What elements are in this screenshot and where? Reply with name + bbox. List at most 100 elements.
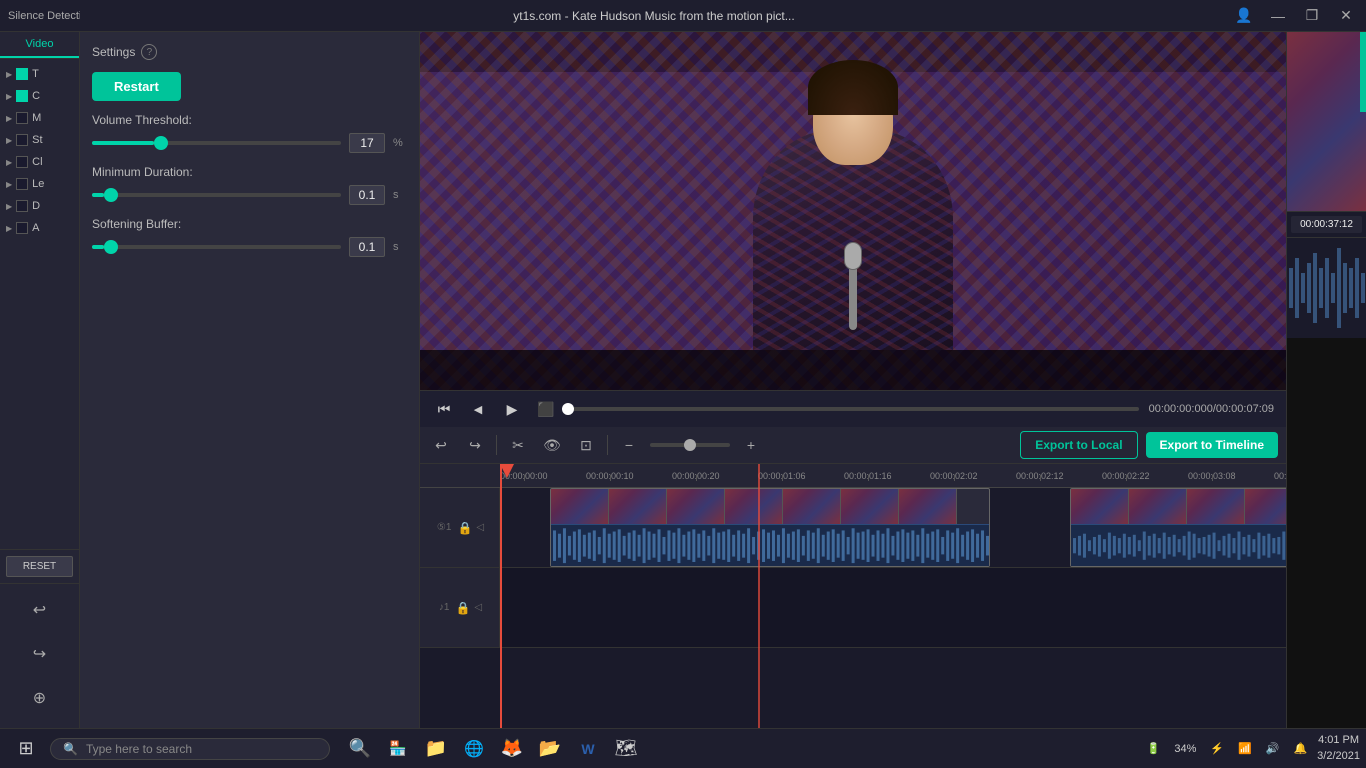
min-duration-input[interactable] xyxy=(349,185,385,205)
help-icon[interactable]: ? xyxy=(141,44,157,60)
video-figure xyxy=(723,70,983,350)
sidebar-item-3[interactable]: ▶ St xyxy=(0,129,79,151)
taskbar-store-app[interactable]: 🏪 xyxy=(380,731,416,767)
redo-icon-btn[interactable]: ↪ xyxy=(22,636,58,672)
min-duration-slider[interactable] xyxy=(92,193,341,197)
softening-slider-thumb[interactable] xyxy=(104,240,118,254)
undo-icon-btn[interactable]: ↩ xyxy=(22,592,58,628)
item-label: D xyxy=(32,200,40,212)
app-title: Silence Detection xyxy=(8,10,80,22)
check-box[interactable] xyxy=(16,156,28,168)
volume-threshold-label: Volume Threshold: xyxy=(92,113,407,127)
progress-thumb[interactable] xyxy=(562,403,574,415)
volume-slider-thumb[interactable] xyxy=(154,136,168,150)
check-box[interactable] xyxy=(16,178,28,190)
cut-btn[interactable]: ✂ xyxy=(505,432,531,458)
sidebar-item-0[interactable]: ▶ T xyxy=(0,63,79,85)
power-icon: ⚡ xyxy=(1206,740,1228,757)
sidebar-item-6[interactable]: ▶ D xyxy=(0,195,79,217)
sidebar-item-4[interactable]: ▶ Cl xyxy=(0,151,79,173)
settings-header: Settings ? xyxy=(92,44,407,60)
taskbar-apps: 🔍 🏪 📁 🌐 🦊 📂 W 🗺 xyxy=(334,731,1139,767)
taskbar-folder-app[interactable]: 📂 xyxy=(532,731,568,767)
item-label: M xyxy=(32,112,41,124)
check-box[interactable] xyxy=(16,200,28,212)
audio-mute-icon[interactable]: ◁ xyxy=(474,602,482,613)
restart-button[interactable]: Restart xyxy=(92,72,181,101)
ruler-mark-5: 00:00:02:02 xyxy=(930,471,978,481)
zoom-out-btn[interactable]: − xyxy=(616,432,642,458)
search-bar[interactable]: 🔍 Type here to search xyxy=(50,738,330,760)
taskbar-maps-app[interactable]: 🗺 xyxy=(608,731,644,767)
volume-icon: 🔊 xyxy=(1262,740,1284,757)
redo-btn[interactable]: ↪ xyxy=(462,432,488,458)
thumbnail-strip xyxy=(1287,32,1366,212)
ruler-mark-8: 00:00:03:08 xyxy=(1188,471,1236,481)
silence-detection-panel: Settings ? Restart Volume Threshold: % M… xyxy=(80,32,420,768)
softening-buffer-slider[interactable] xyxy=(92,245,341,249)
time-label-1: 00:00:37:12 xyxy=(1295,219,1358,230)
ruler-mark-7: 00:00:02:22 xyxy=(1102,471,1150,481)
gap-between-clips xyxy=(990,488,1070,567)
min-slider-thumb[interactable] xyxy=(104,188,118,202)
softening-unit: s xyxy=(393,241,407,253)
check-box[interactable] xyxy=(16,90,28,102)
prev-frame-btn[interactable]: ⏮ xyxy=(432,397,456,421)
eye-btn[interactable]: 👁 xyxy=(539,432,565,458)
close-btn[interactable]: ✕ xyxy=(1330,0,1362,32)
video-clip-1[interactable] xyxy=(550,488,990,567)
sidebar-item-7[interactable]: ▶ A xyxy=(0,217,79,239)
mute-icon[interactable]: ◁ xyxy=(476,522,484,533)
thumb-preview xyxy=(1287,32,1366,211)
system-tray: 🔋 34% ⚡ 📶 🔊 🔔 4:01 PM 3/2/2021 xyxy=(1143,733,1360,764)
restore-btn[interactable]: ❐ xyxy=(1296,0,1328,32)
timeline-toolbar: ↩ ↪ ✂ 👁 ⊡ − + Export to Local Export to … xyxy=(420,427,1286,464)
play-btn[interactable]: ▶ xyxy=(500,397,524,421)
volume-threshold-slider[interactable] xyxy=(92,141,341,145)
volume-threshold-input[interactable] xyxy=(349,133,385,153)
add-icon-btn[interactable]: ⊕ xyxy=(22,680,58,716)
sidebar-item-2[interactable]: ▶ M xyxy=(0,107,79,129)
softening-buffer-slider-row: s xyxy=(92,237,407,257)
check-box[interactable] xyxy=(16,68,28,80)
lock-icon[interactable]: 🔒 xyxy=(457,521,472,535)
taskbar-firefox-app[interactable]: 🦊 xyxy=(494,731,530,767)
right-waveform xyxy=(1287,237,1366,768)
toolbar-separator-1 xyxy=(496,435,497,455)
export-timeline-button[interactable]: Export to Timeline xyxy=(1146,432,1278,458)
zoom-thumb[interactable] xyxy=(684,439,696,451)
sidebar-item-1[interactable]: ▶ C xyxy=(0,85,79,107)
video-clip-2[interactable] xyxy=(1070,488,1286,567)
user-icon-btn[interactable]: 👤 xyxy=(1228,0,1260,32)
check-box[interactable] xyxy=(16,134,28,146)
audio-lock-icon[interactable]: 🔒 xyxy=(455,601,470,615)
taskbar-word-app[interactable]: W xyxy=(570,731,606,767)
zoom-in-btn[interactable]: + xyxy=(738,432,764,458)
audio-track-number: ♪1 xyxy=(437,600,452,615)
check-box[interactable] xyxy=(16,222,28,234)
sidebar-item-5[interactable]: ▶ Le xyxy=(0,173,79,195)
stop-btn[interactable]: ⬛ xyxy=(534,397,558,421)
export-local-button[interactable]: Export to Local xyxy=(1020,431,1137,459)
notification-icon[interactable]: 🔔 xyxy=(1289,740,1311,757)
sidebar-tab-video[interactable]: Video xyxy=(0,32,79,58)
minimize-btn[interactable]: — xyxy=(1262,0,1294,32)
check-box[interactable] xyxy=(16,112,28,124)
window-controls: 👤 — ❐ ✕ xyxy=(1228,0,1366,32)
taskbar-chrome-app[interactable]: 🌐 xyxy=(456,731,492,767)
title-bar: Silence Detection yt1s.com - Kate Hudson… xyxy=(0,0,1366,32)
prev-btn[interactable]: ◀ xyxy=(466,397,490,421)
timeline-area: 00:00:00:00 00:00:00:10 00:00:00:20 00:0… xyxy=(420,464,1286,768)
taskbar-search-app[interactable]: 🔍 xyxy=(342,731,378,767)
zoom-slider[interactable] xyxy=(650,443,730,447)
copy-region-btn[interactable]: ⊡ xyxy=(573,432,599,458)
softening-buffer-control: Softening Buffer: s xyxy=(92,217,407,257)
reset-button[interactable]: RESET xyxy=(6,556,73,577)
undo-btn[interactable]: ↩ xyxy=(428,432,454,458)
softening-buffer-input[interactable] xyxy=(349,237,385,257)
playback-progress[interactable] xyxy=(568,407,1139,411)
timeline-section: ↩ ↪ ✂ 👁 ⊡ − + Export to Local Export to … xyxy=(420,427,1286,768)
start-button[interactable]: ⊞ xyxy=(6,733,46,765)
taskbar-explorer-app[interactable]: 📁 xyxy=(418,731,454,767)
toolbar-separator-2 xyxy=(607,435,608,455)
